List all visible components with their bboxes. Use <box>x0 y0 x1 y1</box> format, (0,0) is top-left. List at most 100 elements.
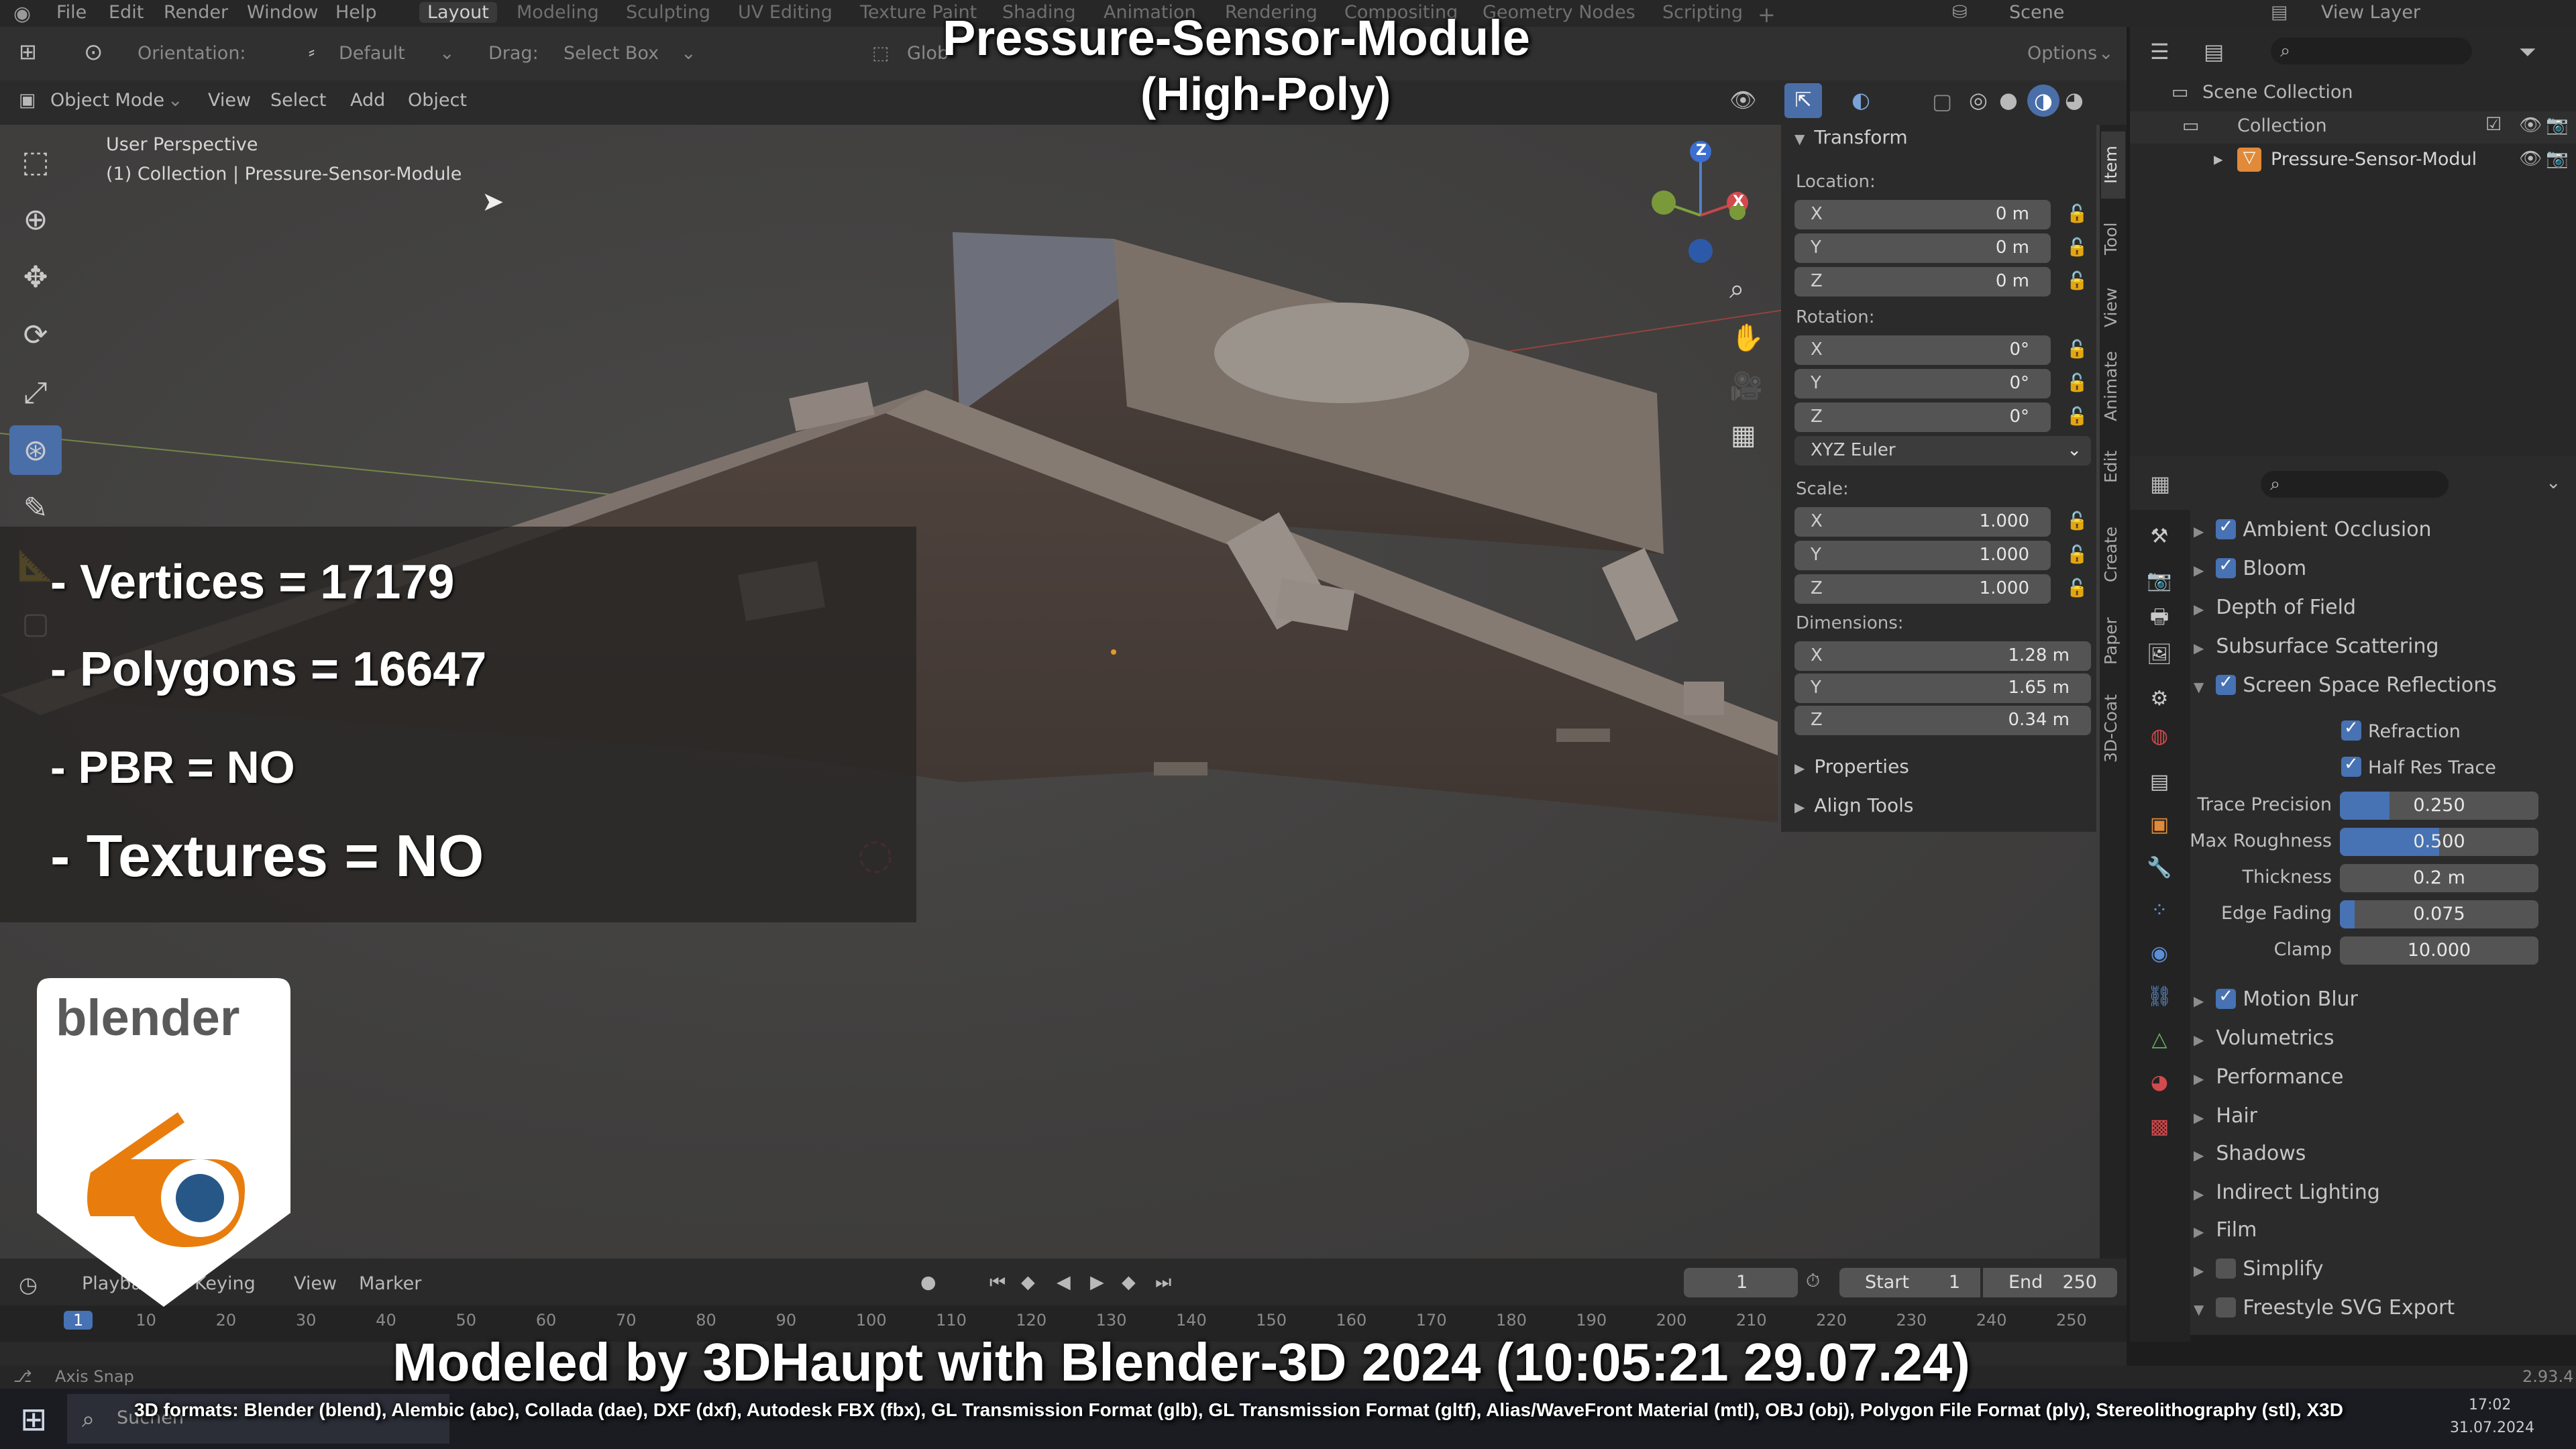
end-frame-field[interactable]: End 250 <box>1983 1268 2117 1297</box>
rotation-z-field[interactable]: Z 0° <box>1794 402 2051 432</box>
next-keyframe-icon[interactable]: ◆ <box>1122 1272 1136 1293</box>
menu-edit[interactable]: Edit <box>109 2 144 23</box>
timeline-editor-icon[interactable]: ◷ <box>19 1272 38 1297</box>
expand-arrow-icon[interactable]: ▸ <box>2214 149 2223 170</box>
view-layer-icon[interactable]: ▤ <box>2271 2 2288 23</box>
tab-tool[interactable]: Tool <box>2101 205 2125 272</box>
modifier-tab-icon[interactable]: 🔧 <box>2146 855 2173 881</box>
tab-animate[interactable]: Animate <box>2101 339 2125 433</box>
panel-simplify[interactable]: ▶ Simplify <box>2194 1257 2324 1281</box>
camera-icon[interactable]: 📷 <box>2546 114 2569 136</box>
chevron-down-icon[interactable]: ⌄ <box>2546 472 2561 493</box>
select-box-icon[interactable]: ⬚ <box>9 137 62 186</box>
collection-tab-icon[interactable]: ▤ <box>2146 769 2173 796</box>
rotation-mode-dropdown[interactable]: XYZ Euler ⌄ <box>1794 436 2091 466</box>
world-tab-icon[interactable]: ◍ <box>2146 723 2173 750</box>
dimensions-x-field[interactable]: X 1.28 m <box>1794 641 2091 671</box>
blender-menu-icon[interactable]: ◉ <box>13 2 31 25</box>
options-dropdown[interactable]: Options <box>2027 43 2097 64</box>
pan-hand-icon[interactable]: ✋ <box>1731 322 1764 354</box>
panel-shadows[interactable]: ▶ Shadows <box>2194 1142 2306 1165</box>
rendered-shading-icon[interactable]: ◕ <box>2065 87 2084 113</box>
tab-view[interactable]: View <box>2101 274 2125 341</box>
start-frame-field[interactable]: Start 1 <box>1839 1268 1980 1297</box>
outliner-search-input[interactable]: ⌕ <box>2271 38 2472 64</box>
eye-icon[interactable]: 👁 <box>2519 148 2542 169</box>
lock-icon[interactable]: 🔓 <box>2066 373 2088 393</box>
lock-icon[interactable]: 🔓 <box>2066 339 2088 360</box>
menu-add[interactable]: Add <box>350 90 385 111</box>
object-label[interactable]: Pressure-Sensor-Modul <box>2271 149 2477 170</box>
output-tab-icon[interactable]: 🖶 <box>2146 604 2173 631</box>
collection-label[interactable]: Collection <box>2237 115 2327 136</box>
constraints-tab-icon[interactable]: ⛓ <box>2146 983 2173 1010</box>
outliner-editor-icon[interactable]: ☰ <box>2150 39 2169 64</box>
ortho-grid-icon[interactable]: ▦ <box>1731 420 1756 451</box>
refraction-checkbox[interactable]: Refraction <box>2341 718 2461 742</box>
xray-icon[interactable]: ▢ <box>1932 89 1952 114</box>
scene-collection-label[interactable]: Scene Collection <box>2202 82 2353 103</box>
lock-icon[interactable]: 🔓 <box>2066 407 2088 427</box>
dimensions-y-field[interactable]: Y 1.65 m <box>1794 674 2091 703</box>
menu-select[interactable]: Select <box>270 90 326 111</box>
panel-subsurface-scattering[interactable]: ▶ Subsurface Scattering <box>2194 635 2439 658</box>
move-tool-icon[interactable]: ✥ <box>9 252 62 302</box>
object-tab-icon[interactable]: ▣ <box>2146 812 2173 839</box>
max-roughness-slider[interactable]: 0.500 <box>2340 828 2538 856</box>
location-y-field[interactable]: Y0 m <box>1794 233 2051 263</box>
dimensions-z-field[interactable]: Z 0.34 m <box>1794 706 2091 735</box>
tab-uv-editing[interactable]: UV Editing <box>738 2 833 23</box>
current-frame-field[interactable]: 1 <box>1684 1268 1798 1297</box>
drag-dropdown[interactable]: Select Box <box>564 43 659 64</box>
active-tool-icon[interactable]: ⊙ <box>84 39 103 66</box>
scene-icon[interactable]: ⛁ <box>1952 2 1968 23</box>
panel-bloom[interactable]: ▶Bloom <box>2194 555 2306 580</box>
menu-file[interactable]: File <box>56 2 87 23</box>
checkbox-icon[interactable] <box>2216 672 2237 695</box>
checkbox-icon[interactable] <box>2341 754 2361 777</box>
render-tab-icon[interactable]: 📷 <box>2146 568 2173 594</box>
transform-tool-icon[interactable]: ⊛ <box>9 425 62 475</box>
panel-film[interactable]: ▶ Film <box>2194 1218 2257 1242</box>
scale-x-field[interactable]: X 1.000 <box>1794 507 2051 537</box>
tab-layout[interactable]: Layout <box>419 2 497 23</box>
view-layer-tab-icon[interactable]: 🖼 <box>2146 641 2173 668</box>
menu-window[interactable]: Window <box>247 2 318 23</box>
prev-keyframe-icon[interactable]: ◆ <box>1021 1272 1035 1293</box>
scene-tab-icon[interactable]: ⚙ <box>2146 686 2173 712</box>
solid-shading-icon[interactable]: ● <box>1999 87 2018 113</box>
clamp-field[interactable]: 10.000 <box>2340 936 2538 965</box>
scale-z-field[interactable]: Z 1.000 <box>1794 574 2051 604</box>
tool-tab-icon[interactable]: ⚒ <box>2146 523 2173 550</box>
tab-scripting[interactable]: Scripting <box>1662 2 1743 23</box>
material-shading-icon[interactable]: ◑ <box>2027 85 2059 117</box>
windows-start-icon[interactable]: ⊞ <box>20 1401 47 1438</box>
navigation-gizmo[interactable]: Z X <box>1637 138 1758 272</box>
overlay-toggle-icon[interactable]: ◐ <box>1851 87 1870 113</box>
scene-name[interactable]: Scene <box>2009 2 2064 23</box>
data-tab-icon[interactable]: △ <box>2146 1026 2173 1053</box>
menu-object[interactable]: Object <box>408 90 467 111</box>
rotation-x-field[interactable]: X 0° <box>1794 335 2051 365</box>
editor-type-icon[interactable]: ⊞ <box>19 39 37 64</box>
checkbox-icon[interactable] <box>2216 1297 2237 1318</box>
lock-icon[interactable]: 🔓 <box>2066 204 2088 224</box>
tab-edit[interactable]: Edit <box>2101 440 2125 494</box>
clock-icon[interactable]: ⏱ <box>1806 1271 1820 1292</box>
properties-editor-icon[interactable]: ▦ <box>2150 471 2170 496</box>
align-tools-panel-header[interactable]: ▶ Align Tools <box>1794 794 1914 816</box>
camera-icon[interactable]: 📷 <box>2546 148 2569 169</box>
lock-icon[interactable]: 🔓 <box>2066 511 2088 531</box>
panel-motion-blur[interactable]: ▶Motion Blur <box>2194 986 2358 1011</box>
checkbox-icon[interactable] <box>2216 986 2237 1009</box>
panel-depth-of-field[interactable]: ▶ Depth of Field <box>2194 596 2356 619</box>
trace-precision-slider[interactable]: 0.250 <box>2340 792 2538 820</box>
add-workspace-icon[interactable]: + <box>1758 2 1776 28</box>
record-icon[interactable]: ● <box>920 1272 936 1293</box>
gizmo-toggle-icon[interactable]: ⇱ <box>1784 83 1822 118</box>
checkbox-icon[interactable]: ☑ <box>2485 114 2502 135</box>
checkbox-icon[interactable] <box>2216 517 2237 539</box>
jump-start-icon[interactable]: ⏮ <box>989 1272 1006 1293</box>
wireframe-shading-icon[interactable]: ◎ <box>1969 87 1988 113</box>
tab-modeling[interactable]: Modeling <box>517 2 599 23</box>
